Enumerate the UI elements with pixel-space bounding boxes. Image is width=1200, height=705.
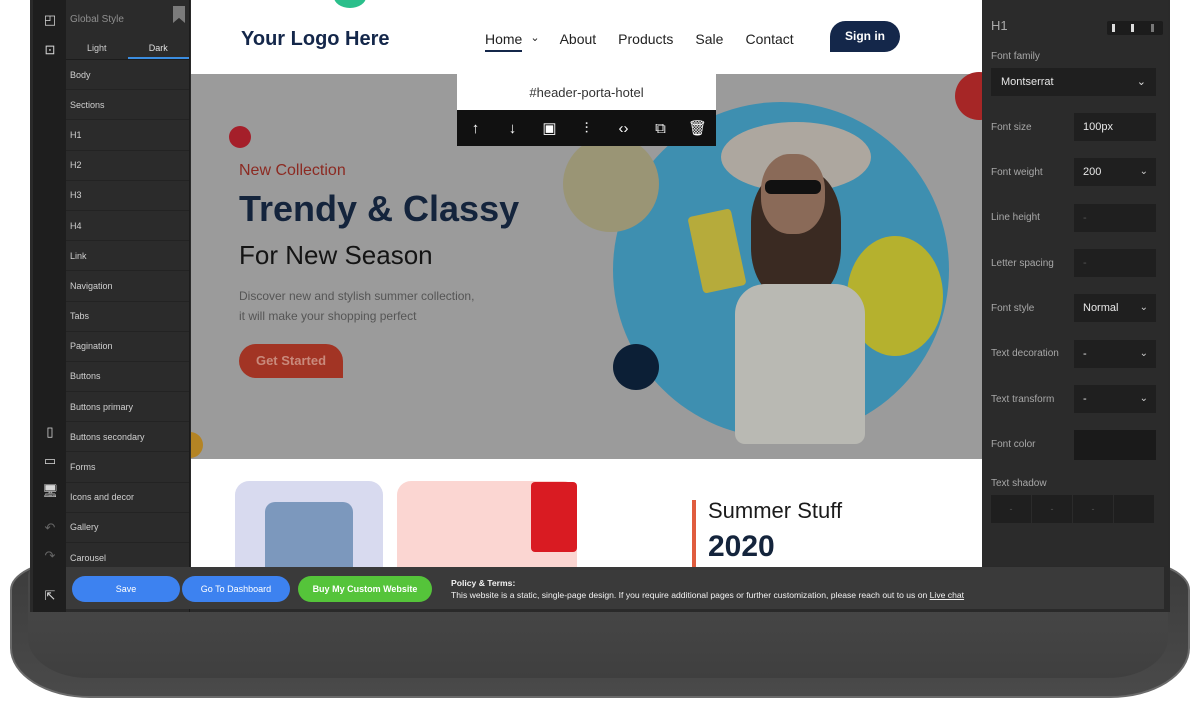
nav-products[interactable]: Products bbox=[618, 31, 673, 52]
chevron-down-icon: ⌄ bbox=[1139, 348, 1148, 359]
chevron-down-icon: ⌄ bbox=[1139, 166, 1148, 177]
shadow-color-swatch[interactable] bbox=[1114, 495, 1154, 523]
style-item-buttons-secondary[interactable]: Buttons secondary bbox=[66, 422, 189, 453]
redo-icon[interactable]: ↷ bbox=[42, 548, 58, 564]
style-item-gallery[interactable]: Gallery bbox=[66, 513, 189, 543]
text-transform-label: Text transform bbox=[991, 394, 1055, 405]
tab-dark[interactable]: Dark bbox=[127, 38, 189, 59]
style-item-h2[interactable]: H2 bbox=[66, 151, 189, 181]
move-up-icon[interactable]: ↑ bbox=[464, 120, 488, 137]
style-item-buttons-primary[interactable]: Buttons primary bbox=[66, 392, 189, 423]
style-item-icons-decor[interactable]: Icons and decor bbox=[66, 483, 189, 513]
shadow-y-input[interactable]: - bbox=[1032, 495, 1072, 523]
letter-spacing-label: Letter spacing bbox=[991, 258, 1054, 269]
font-color-swatch[interactable] bbox=[1074, 430, 1156, 460]
style-item-pagination[interactable]: Pagination bbox=[66, 332, 189, 362]
mobile-icon[interactable]: ▯ bbox=[42, 424, 58, 440]
line-height-input[interactable]: - bbox=[1074, 204, 1156, 232]
sign-in-button[interactable]: Sign in bbox=[830, 21, 900, 52]
add-widget-icon[interactable]: ◰ bbox=[42, 12, 58, 28]
tab-light[interactable]: Light bbox=[66, 38, 128, 59]
duplicate-icon[interactable]: ⧉ bbox=[649, 120, 673, 137]
font-color-label: Font color bbox=[991, 439, 1036, 450]
chevron-down-icon: ⌄ bbox=[1136, 76, 1146, 88]
style-item-sections[interactable]: Sections bbox=[66, 90, 189, 121]
font-weight-select[interactable]: 200 ⌄ bbox=[1074, 158, 1156, 186]
image-icon[interactable]: ▣ bbox=[538, 119, 562, 137]
style-item-h1[interactable]: H1 bbox=[66, 120, 189, 151]
bottom-action-bar: Save Go To Dashboard Buy My Custom Websi… bbox=[66, 567, 1164, 609]
policy-notice: Policy & Terms: This website is a static… bbox=[451, 577, 964, 601]
tablet-icon[interactable]: ▭ bbox=[42, 453, 58, 469]
desktop-icon[interactable]: 🖥 bbox=[42, 483, 59, 499]
panel-controls[interactable] bbox=[1107, 21, 1163, 35]
letter-spacing-input[interactable]: - bbox=[1074, 249, 1156, 277]
font-style-select[interactable]: Normal ⌄ bbox=[1074, 294, 1156, 322]
text-transform-select[interactable]: - ⌄ bbox=[1074, 385, 1156, 413]
style-item-body[interactable]: Body bbox=[66, 60, 189, 91]
text-shadow-fields: - - - bbox=[991, 495, 1154, 523]
style-item-h3[interactable]: H3 bbox=[66, 181, 189, 211]
jacket-image bbox=[265, 502, 353, 567]
policy-text: This website is a static, single-page de… bbox=[451, 590, 930, 600]
chevron-down-icon[interactable]: ⌄ bbox=[530, 31, 539, 52]
editor-canvas[interactable]: Your Logo Here Home ⌄ About Products Sal… bbox=[191, 0, 982, 567]
chevron-down-icon: ⌄ bbox=[1139, 302, 1148, 313]
nav-sale[interactable]: Sale bbox=[695, 31, 723, 52]
chevron-down-icon: ⌄ bbox=[1139, 393, 1148, 404]
style-item-link[interactable]: Link bbox=[66, 241, 189, 272]
move-down-icon[interactable]: ↓ bbox=[501, 120, 525, 137]
style-item-forms[interactable]: Forms bbox=[66, 452, 189, 483]
font-weight-label: Font weight bbox=[991, 167, 1043, 178]
font-family-select[interactable]: Montserrat ⌄ bbox=[991, 68, 1156, 96]
line-height-label: Line height bbox=[991, 212, 1040, 223]
properties-panel: H1 Font family Montserrat ⌄ Font size 10… bbox=[983, 0, 1168, 566]
go-to-dashboard-button[interactable]: Go To Dashboard bbox=[182, 576, 290, 602]
text-decoration-label: Text decoration bbox=[991, 348, 1059, 359]
add-page-icon[interactable]: ⊡ bbox=[42, 42, 58, 58]
style-item-navigation[interactable]: Navigation bbox=[66, 271, 189, 302]
font-size-input[interactable]: 100px bbox=[1074, 113, 1156, 141]
left-icon-rail: ◰ ⊡ ▯ ▭ 🖥 ↶ ↷ ⇱ bbox=[33, 0, 66, 612]
theme-tabs: Light Dark bbox=[66, 38, 189, 60]
panel-title: Global Style bbox=[70, 13, 124, 25]
global-style-panel: Global Style Light Dark Body Sections H1… bbox=[66, 0, 190, 612]
summer-year: 2020 bbox=[708, 530, 775, 563]
style-item-h4[interactable]: H4 bbox=[66, 211, 189, 242]
delete-icon[interactable]: 🗑 bbox=[686, 119, 710, 137]
font-style-label: Font style bbox=[991, 303, 1035, 314]
bag-image bbox=[531, 482, 577, 552]
element-toolbar: ↑ ↓ ▣ ⫶ ‹› ⧉ 🗑 bbox=[457, 110, 716, 146]
font-family-label: Font family bbox=[991, 51, 1040, 62]
selected-heading: H1 bbox=[991, 18, 1008, 33]
nav-home[interactable]: Home bbox=[485, 31, 523, 52]
settings-icon[interactable]: ⫶ bbox=[575, 120, 599, 137]
element-selector-label: #header-porta-hotel bbox=[457, 74, 716, 110]
font-size-label: Font size bbox=[991, 122, 1032, 133]
shadow-x-input[interactable]: - bbox=[991, 495, 1031, 523]
nav-about[interactable]: About bbox=[560, 31, 597, 52]
site-logo[interactable]: Your Logo Here bbox=[241, 28, 390, 51]
policy-title: Policy & Terms: bbox=[451, 578, 516, 588]
shadow-blur-input[interactable]: - bbox=[1073, 495, 1113, 523]
style-item-tabs[interactable]: Tabs bbox=[66, 302, 189, 332]
site-nav: Home ⌄ About Products Sale Contact bbox=[485, 31, 816, 52]
nav-contact[interactable]: Contact bbox=[745, 31, 793, 52]
live-chat-link[interactable]: Live chat bbox=[930, 590, 964, 600]
decor-dot bbox=[334, 0, 366, 8]
accent-bar bbox=[692, 500, 696, 567]
save-button[interactable]: Save bbox=[72, 576, 180, 602]
code-icon[interactable]: ‹› bbox=[612, 120, 636, 137]
export-icon[interactable]: ⇱ bbox=[42, 588, 58, 604]
style-item-buttons[interactable]: Buttons bbox=[66, 362, 189, 393]
summer-title: Summer Stuff bbox=[708, 498, 843, 523]
style-list: Body Sections H1 H2 H3 H4 Link Navigatio… bbox=[66, 60, 189, 574]
site-header[interactable]: Your Logo Here Home ⌄ About Products Sal… bbox=[191, 0, 982, 74]
undo-icon[interactable]: ↶ bbox=[42, 520, 58, 536]
text-decoration-select[interactable]: - ⌄ bbox=[1074, 340, 1156, 368]
text-shadow-label: Text shadow bbox=[991, 478, 1047, 489]
buy-website-button[interactable]: Buy My Custom Website bbox=[298, 576, 432, 602]
